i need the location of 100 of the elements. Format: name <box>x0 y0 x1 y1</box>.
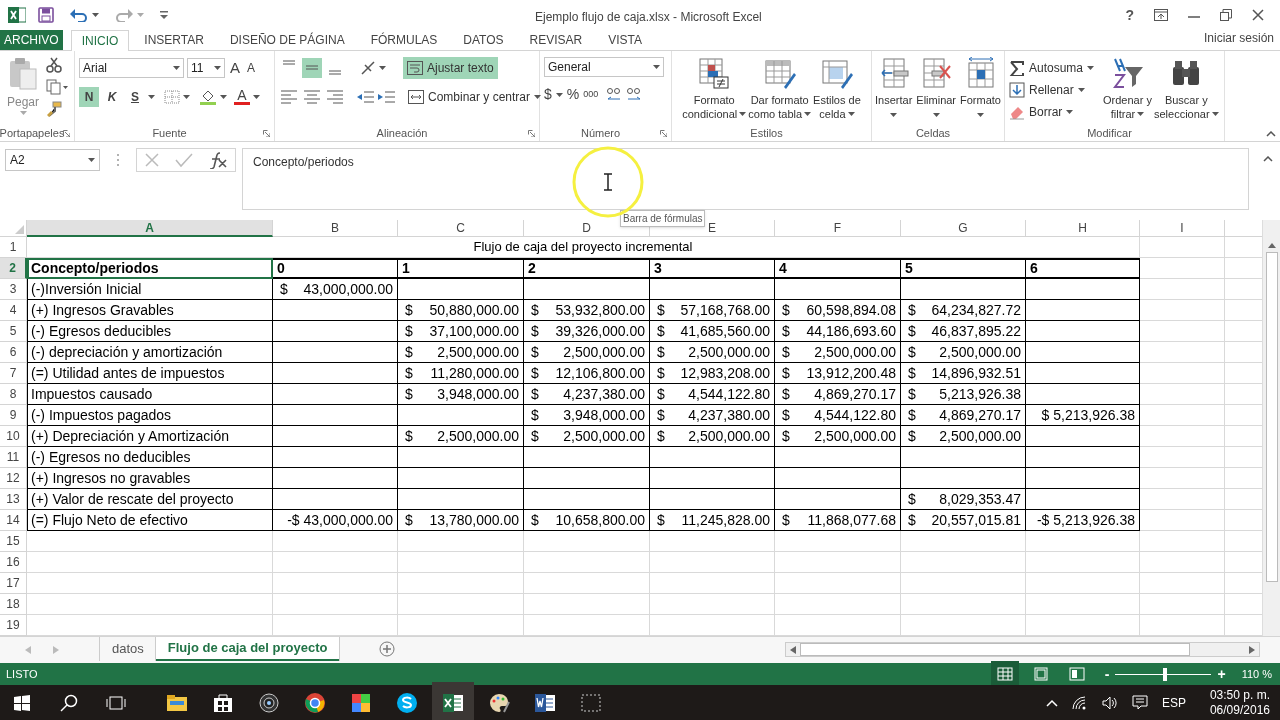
restore-icon[interactable] <box>1220 9 1232 21</box>
number-format-button[interactable]: % <box>566 84 580 105</box>
row-header[interactable]: 17 <box>0 573 27 594</box>
zoom-out-button[interactable]: - <box>1104 667 1110 681</box>
row-header[interactable]: 5 <box>0 321 27 342</box>
italic-button[interactable]: K <box>102 86 122 107</box>
windows-start-icon[interactable] <box>14 694 30 711</box>
dialog-launcher-icon[interactable] <box>528 130 535 137</box>
scissors-icon[interactable] <box>46 57 62 73</box>
bold-button[interactable]: N <box>79 86 99 107</box>
row-header[interactable]: 13 <box>0 489 27 510</box>
column-header[interactable]: A <box>27 220 273 237</box>
ribbon-tab[interactable]: INSERTAR <box>133 30 215 50</box>
browser-icon[interactable] <box>304 691 326 714</box>
row-header[interactable]: 2 <box>0 258 27 279</box>
number-format-dropdown[interactable]: General <box>544 57 664 77</box>
ribbon-button[interactable]: Formato condicional <box>681 57 748 125</box>
undo-icon[interactable] <box>70 8 88 22</box>
row-header[interactable]: 7 <box>0 363 27 384</box>
clock-time[interactable]: 03:50 p. m. <box>1209 687 1270 703</box>
increase-indent-icon[interactable] <box>377 89 395 105</box>
document-app-icon[interactable] <box>534 691 556 714</box>
wifi-icon[interactable] <box>1071 695 1088 710</box>
collapse-formula-icon[interactable] <box>1263 156 1273 162</box>
page-break-icon[interactable] <box>1068 667 1085 681</box>
ribbon-button[interactable]: Buscar y seleccionar <box>1152 57 1220 125</box>
customize-icon[interactable] <box>160 11 168 19</box>
row-header[interactable]: 16 <box>0 552 27 573</box>
ribbon-button[interactable]: Autosuma <box>1009 57 1095 78</box>
add-sheet-icon[interactable] <box>379 641 396 657</box>
font-color-button[interactable]: A <box>234 88 250 105</box>
column-header[interactable]: H <box>1026 220 1140 237</box>
column-header[interactable]: F <box>775 220 901 237</box>
clock-date[interactable]: 06/09/2016 <box>1209 702 1270 718</box>
ribbon-button[interactable]: Eliminar <box>915 57 958 125</box>
row-header[interactable]: 6 <box>0 342 27 363</box>
ribbon-button[interactable]: Ordenar y filtrar <box>1102 57 1153 125</box>
row-header[interactable]: 8 <box>0 384 27 405</box>
underline-button[interactable]: S <box>125 86 145 107</box>
file-tab[interactable]: ARCHIVO <box>0 30 63 50</box>
page-layout-icon[interactable] <box>1032 667 1049 681</box>
excel-logo-icon[interactable] <box>8 6 26 24</box>
wrap-text-button[interactable]: Ajustar texto <box>403 57 498 79</box>
row-header[interactable]: 10 <box>0 426 27 447</box>
column-header[interactable]: G <box>901 220 1026 237</box>
ribbon-button[interactable]: Insertar <box>874 57 914 125</box>
sign-in-link[interactable]: Iniciar sesión <box>1203 29 1274 47</box>
number-format-button[interactable]: $ <box>544 84 552 105</box>
vertical-scrollbar[interactable] <box>1262 220 1280 636</box>
ribbon-button[interactable]: Estilos de celda <box>812 57 862 125</box>
increase-decimal-icon[interactable] <box>606 86 623 103</box>
webcam-icon[interactable] <box>258 691 280 714</box>
scroll-right-icon[interactable] <box>1249 645 1255 654</box>
puzzle-app-icon[interactable] <box>350 691 372 714</box>
scroll-left-icon[interactable] <box>790 645 796 654</box>
dialog-launcher-icon[interactable] <box>63 130 70 137</box>
close-icon[interactable] <box>1252 9 1264 21</box>
formula-input[interactable]: Concepto/periodos <box>242 148 1249 210</box>
collapse-ribbon-icon[interactable] <box>1266 131 1276 137</box>
ribbon-button[interactable]: Rellenar <box>1009 79 1095 100</box>
ribbon-tab[interactable]: DISEÑO DE PÁGINA <box>218 30 356 50</box>
row-header[interactable]: 19 <box>0 615 27 636</box>
column-header[interactable]: I <box>1140 220 1225 237</box>
insert-function-icon[interactable] <box>207 151 228 169</box>
row-header[interactable]: 9 <box>0 405 27 426</box>
snipping-icon[interactable] <box>580 691 602 714</box>
task-view-icon[interactable] <box>106 694 126 711</box>
horizontal-scrollbar[interactable] <box>785 642 1260 657</box>
ribbon-tab[interactable]: FÓRMULAS <box>359 30 449 50</box>
grow-font-button[interactable]: A <box>228 57 242 80</box>
save-icon[interactable] <box>38 7 54 23</box>
column-header[interactable]: C <box>398 220 524 237</box>
chat-app-icon[interactable] <box>396 691 418 714</box>
ribbon-button[interactable]: Formato <box>959 57 1002 125</box>
font-name-dropdown[interactable]: Arial <box>79 58 184 79</box>
column-header[interactable]: B <box>273 220 398 237</box>
speaker-icon[interactable] <box>1101 695 1118 710</box>
ribbon-button[interactable]: Dar formato como tabla <box>747 57 813 125</box>
decrease-indent-icon[interactable] <box>356 89 374 105</box>
row-header[interactable]: 14 <box>0 510 27 531</box>
zoom-in-button[interactable]: + <box>1217 667 1226 681</box>
paint-palette-icon[interactable] <box>488 691 510 714</box>
number-format-button[interactable]: 000 <box>583 87 599 102</box>
help-button[interactable]: ? <box>1125 4 1134 26</box>
dialog-launcher-icon[interactable] <box>660 130 667 137</box>
shrink-font-button[interactable]: A <box>245 59 258 78</box>
zoom-slider[interactable] <box>1115 667 1212 681</box>
row-header[interactable]: 4 <box>0 300 27 321</box>
zoom-level[interactable]: 110 % <box>1241 665 1272 683</box>
decrease-decimal-icon[interactable] <box>626 86 643 103</box>
name-box[interactable]: A2 <box>5 149 100 171</box>
ribbon-tab[interactable]: DATOS <box>452 30 515 50</box>
row-header[interactable]: 18 <box>0 594 27 615</box>
notification-icon[interactable] <box>1131 694 1148 711</box>
chevron-up-icon[interactable] <box>1045 698 1058 707</box>
ribbon-tab[interactable]: VISTA <box>597 30 654 50</box>
sheet-tab[interactable]: Flujo de caja del proyecto <box>155 637 340 661</box>
search-icon[interactable] <box>60 693 78 712</box>
row-header[interactable]: 1 <box>0 237 27 258</box>
language-indicator[interactable]: ESP <box>1161 693 1186 712</box>
